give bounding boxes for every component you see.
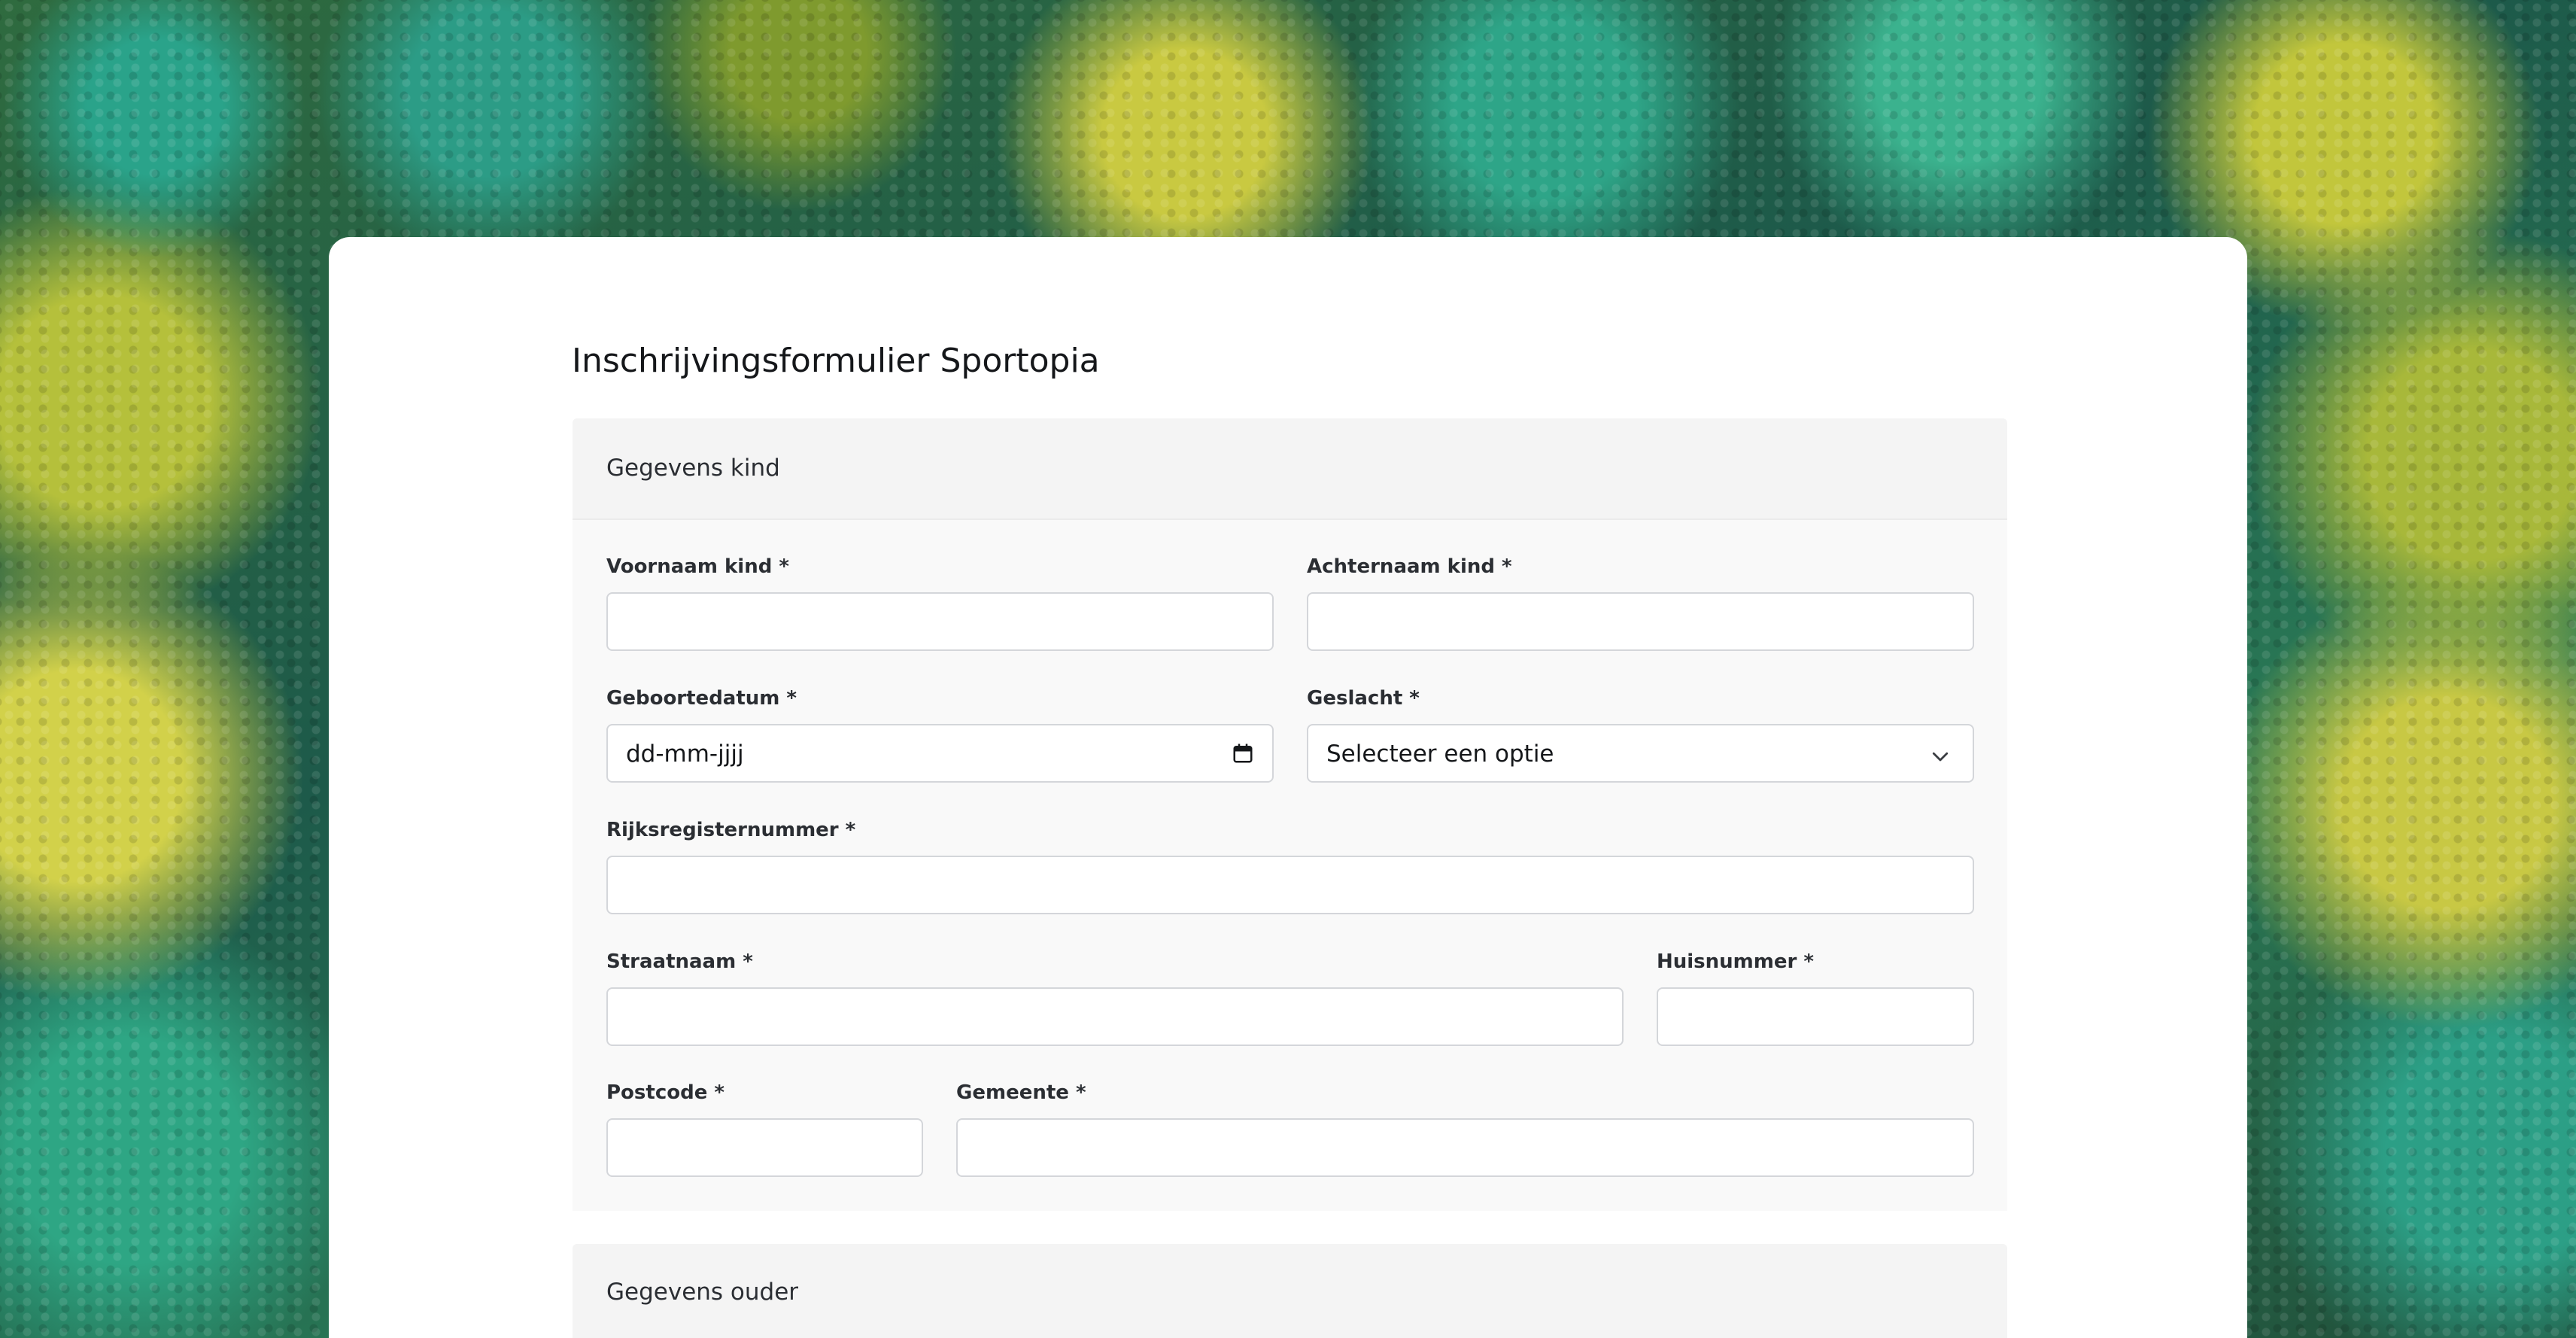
birth-date-label: Geboortedatum * xyxy=(606,687,797,710)
first-name-input[interactable] xyxy=(606,592,1274,651)
national-number-label: Rijksregisternummer * xyxy=(606,819,856,841)
gender-label: Geslacht * xyxy=(1307,687,1420,710)
section-header-parent-details: Gegevens ouder xyxy=(573,1244,2007,1338)
last-name-label: Achternaam kind * xyxy=(1307,555,1512,578)
section-title: Gegevens ouder xyxy=(606,1279,799,1306)
national-number-input[interactable] xyxy=(606,856,1974,914)
section-title: Gegevens kind xyxy=(606,455,780,482)
postal-code-input[interactable] xyxy=(606,1118,923,1177)
postal-code-label: Postcode * xyxy=(606,1081,724,1104)
municipality-label: Gemeente * xyxy=(956,1081,1086,1104)
first-name-label: Voornaam kind * xyxy=(606,555,789,578)
section-header-child-details: Gegevens kind xyxy=(573,418,2007,519)
chevron-down-icon xyxy=(1932,752,1949,762)
birth-date-input[interactable]: dd-mm-jjjj xyxy=(606,724,1274,783)
birth-date-placeholder: dd-mm-jjjj xyxy=(626,740,744,768)
house-number-label: Huisnummer * xyxy=(1657,950,1814,973)
calendar-icon[interactable] xyxy=(1232,742,1254,765)
street-label: Straatnaam * xyxy=(606,950,753,973)
street-input[interactable] xyxy=(606,987,1624,1046)
gender-select[interactable]: Selecteer een optie xyxy=(1307,724,1974,783)
gender-selected-value: Selecteer een optie xyxy=(1326,740,1554,768)
municipality-input[interactable] xyxy=(956,1118,1974,1177)
house-number-input[interactable] xyxy=(1657,987,1974,1046)
last-name-input[interactable] xyxy=(1307,592,1974,651)
form-title: Inschrijvingsformulier Sportopia xyxy=(572,342,1100,380)
